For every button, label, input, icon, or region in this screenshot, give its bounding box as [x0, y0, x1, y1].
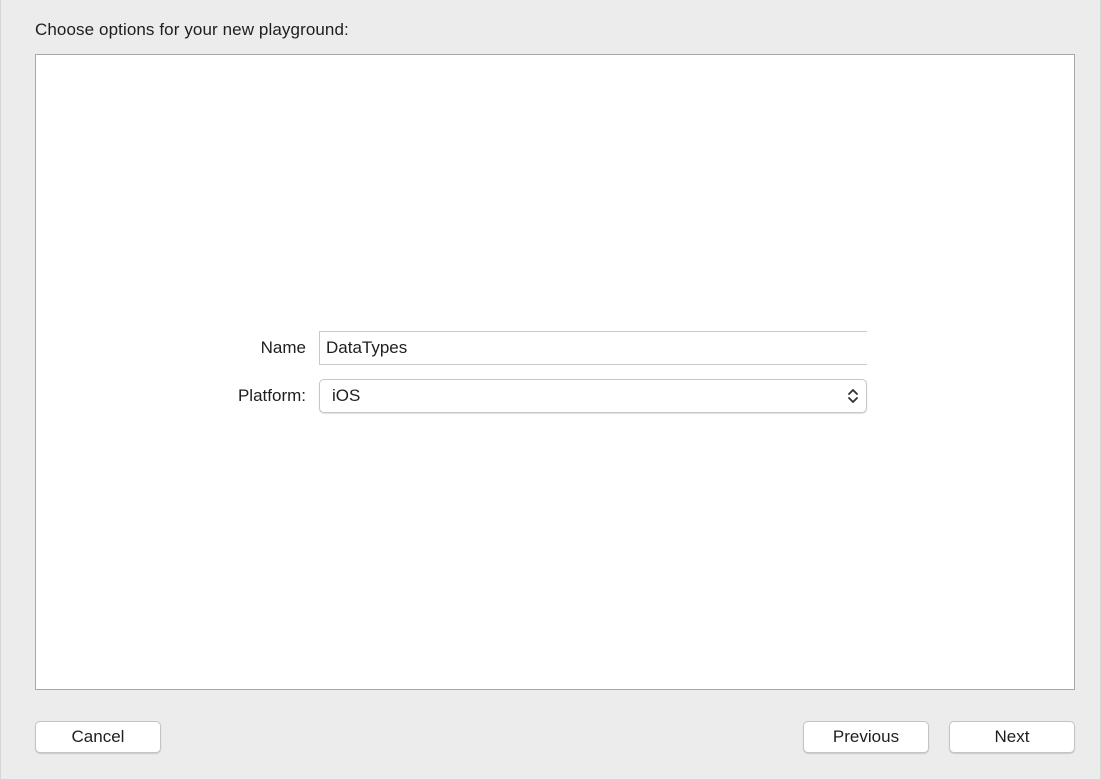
cancel-button[interactable]: Cancel — [35, 721, 161, 753]
name-row: Name — [36, 331, 1074, 365]
options-panel: Name Platform: iOS — [35, 54, 1075, 690]
playground-options-dialog: Choose options for your new playground: … — [0, 0, 1101, 779]
platform-label: Platform: — [237, 386, 306, 405]
name-label: Name — [260, 338, 306, 357]
dialog-heading: Choose options for your new playground: — [35, 20, 349, 39]
platform-select[interactable]: iOS — [319, 379, 867, 413]
previous-button[interactable]: Previous — [803, 721, 929, 753]
name-field[interactable] — [319, 331, 867, 365]
platform-row: Platform: iOS — [36, 379, 1074, 413]
platform-selected-value: iOS — [332, 386, 361, 405]
chevron-up-down-icon — [846, 387, 860, 405]
next-button[interactable]: Next — [949, 721, 1075, 753]
